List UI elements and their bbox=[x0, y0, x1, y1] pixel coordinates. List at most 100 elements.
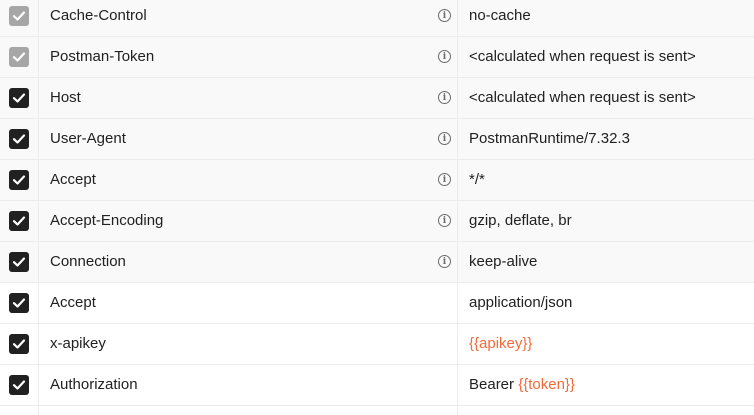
header-value-cell[interactable]: gzip, deflate, br bbox=[458, 201, 754, 241]
header-value: gzip, deflate, br bbox=[469, 212, 572, 229]
header-value: {{apikey}} bbox=[469, 324, 532, 364]
info-icon[interactable]: i bbox=[438, 50, 451, 63]
header-checkbox[interactable] bbox=[9, 375, 29, 395]
checkmark-icon bbox=[12, 52, 26, 62]
checkmark-icon bbox=[12, 339, 26, 349]
info-icon[interactable]: i bbox=[438, 9, 451, 22]
header-checkbox[interactable] bbox=[9, 334, 29, 354]
value-prefix: Bearer bbox=[469, 376, 519, 393]
header-checkbox[interactable] bbox=[9, 252, 29, 272]
header-value-cell[interactable]: <calculated when request is sent> bbox=[458, 78, 754, 118]
header-key-cell[interactable] bbox=[39, 406, 458, 415]
header-value: */* bbox=[469, 171, 485, 188]
header-key: Accept bbox=[50, 294, 96, 311]
header-value-cell[interactable]: no-cache bbox=[458, 0, 754, 36]
header-key: Connection bbox=[50, 253, 126, 270]
info-glyph: i bbox=[442, 92, 447, 103]
header-value: PostmanRuntime/7.32.3 bbox=[469, 130, 630, 147]
info-glyph: i bbox=[442, 174, 447, 185]
checkmark-icon bbox=[12, 175, 26, 185]
header-key-cell[interactable]: Accept bbox=[39, 283, 458, 323]
header-key-cell[interactable]: Postman-Token i bbox=[39, 37, 458, 77]
header-row-x-apikey: x-apikey {{apikey}} bbox=[0, 324, 754, 365]
variable-token: {{token}} bbox=[518, 376, 575, 393]
header-row-accept-custom: Accept application/json bbox=[0, 283, 754, 324]
header-row-accept-encoding: Accept-Encoding i gzip, deflate, br bbox=[0, 201, 754, 242]
header-key-cell[interactable]: Cache-Control i bbox=[39, 0, 458, 36]
checkmark-icon bbox=[12, 216, 26, 226]
checkbox-cell bbox=[0, 119, 39, 159]
header-row-connection: Connection i keep-alive bbox=[0, 242, 754, 283]
checkbox-cell bbox=[0, 365, 39, 405]
header-row-accept: Accept i */* bbox=[0, 160, 754, 201]
header-value-cell[interactable]: */* bbox=[458, 160, 754, 200]
header-value: Bearer {{token}} bbox=[469, 365, 575, 405]
header-checkbox[interactable] bbox=[9, 88, 29, 108]
checkbox-cell bbox=[0, 242, 39, 282]
header-row-host: Host i <calculated when request is sent> bbox=[0, 78, 754, 119]
header-key: x-apikey bbox=[50, 335, 106, 352]
header-key: Authorization bbox=[50, 376, 138, 393]
headers-table: Cache-Control i no-cache Postman-Token i… bbox=[0, 0, 754, 415]
checkbox-cell bbox=[0, 406, 39, 415]
headers-panel: Cache-Control i no-cache Postman-Token i… bbox=[0, 0, 754, 415]
checkbox-cell bbox=[0, 324, 39, 364]
header-key-cell[interactable]: Host i bbox=[39, 78, 458, 118]
header-value: keep-alive bbox=[469, 253, 538, 270]
info-icon[interactable]: i bbox=[438, 214, 451, 227]
header-checkbox[interactable] bbox=[9, 47, 29, 67]
empty-header-row bbox=[0, 406, 754, 415]
checkmark-icon bbox=[12, 11, 26, 21]
checkmark-icon bbox=[12, 134, 26, 144]
header-value-cell[interactable]: Bearer {{token}} bbox=[458, 365, 754, 405]
header-key: Host bbox=[50, 89, 81, 106]
header-key: Postman-Token bbox=[50, 48, 155, 65]
header-key-cell[interactable]: Accept i bbox=[39, 160, 458, 200]
checkbox-cell bbox=[0, 78, 39, 118]
header-checkbox[interactable] bbox=[9, 211, 29, 231]
header-key-cell[interactable]: Authorization bbox=[39, 365, 458, 405]
info-icon[interactable]: i bbox=[438, 255, 451, 268]
header-key-cell[interactable]: User-Agent i bbox=[39, 119, 458, 159]
header-checkbox[interactable] bbox=[9, 6, 29, 26]
header-value: <calculated when request is sent> bbox=[469, 48, 696, 65]
header-value: no-cache bbox=[469, 7, 531, 24]
header-row-user-agent: User-Agent i PostmanRuntime/7.32.3 bbox=[0, 119, 754, 160]
checkbox-cell bbox=[0, 283, 39, 323]
header-key: Accept-Encoding bbox=[50, 212, 164, 229]
header-key: User-Agent bbox=[50, 130, 126, 147]
header-key: Accept bbox=[50, 171, 96, 188]
checkbox-cell bbox=[0, 201, 39, 241]
variable-token: {{apikey}} bbox=[469, 335, 533, 352]
header-checkbox[interactable] bbox=[9, 293, 29, 313]
header-value: <calculated when request is sent> bbox=[469, 89, 696, 106]
header-key: Cache-Control bbox=[50, 7, 147, 24]
info-glyph: i bbox=[442, 51, 447, 62]
checkmark-icon bbox=[12, 93, 26, 103]
header-value-cell[interactable]: <calculated when request is sent> bbox=[458, 37, 754, 77]
checkmark-icon bbox=[12, 380, 26, 390]
header-key-cell[interactable]: Connection i bbox=[39, 242, 458, 282]
info-glyph: i bbox=[442, 133, 447, 144]
info-icon[interactable]: i bbox=[438, 173, 451, 186]
checkmark-icon bbox=[12, 298, 26, 308]
header-value-cell[interactable]: keep-alive bbox=[458, 242, 754, 282]
header-key-cell[interactable]: x-apikey bbox=[39, 324, 458, 364]
header-key-cell[interactable]: Accept-Encoding i bbox=[39, 201, 458, 241]
header-value: application/json bbox=[469, 294, 573, 311]
checkbox-cell bbox=[0, 160, 39, 200]
info-glyph: i bbox=[442, 215, 447, 226]
checkbox-cell bbox=[0, 37, 39, 77]
header-checkbox[interactable] bbox=[9, 129, 29, 149]
info-glyph: i bbox=[442, 10, 447, 21]
info-icon[interactable]: i bbox=[438, 132, 451, 145]
info-glyph: i bbox=[442, 256, 447, 267]
header-checkbox[interactable] bbox=[9, 170, 29, 190]
checkbox-cell bbox=[0, 0, 39, 36]
header-value-cell[interactable]: {{apikey}} bbox=[458, 324, 754, 364]
header-value-cell[interactable]: application/json bbox=[458, 283, 754, 323]
info-icon[interactable]: i bbox=[438, 91, 451, 104]
header-value-cell[interactable]: PostmanRuntime/7.32.3 bbox=[458, 119, 754, 159]
checkmark-icon bbox=[12, 257, 26, 267]
header-row-authorization: Authorization Bearer {{token}} bbox=[0, 365, 754, 406]
